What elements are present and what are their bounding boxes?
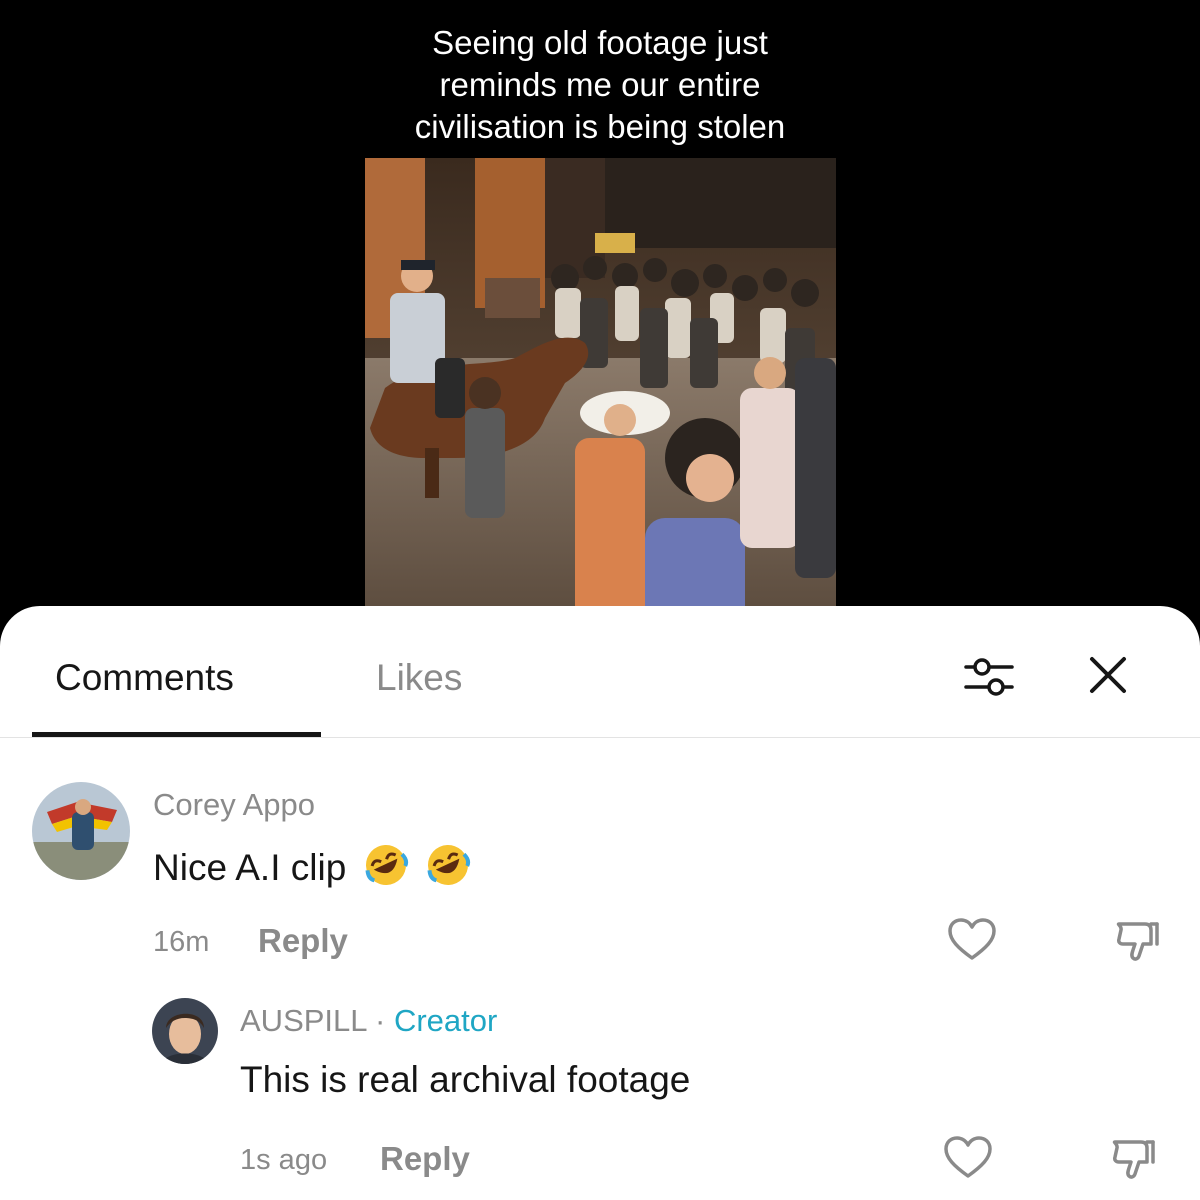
reply-username[interactable]: AUSPILL bbox=[240, 1003, 366, 1038]
comment-timestamp: 16m bbox=[153, 926, 210, 958]
rolling-on-floor-laughing-icon bbox=[425, 842, 471, 898]
reply-username-line: AUSPILL · Creator bbox=[240, 1002, 497, 1040]
reply-item: AUSPILL · Creator This is real archival … bbox=[0, 996, 1200, 1196]
avatar[interactable] bbox=[152, 998, 218, 1064]
creator-badge: Creator bbox=[393, 1003, 498, 1038]
creator-avatar-photo bbox=[152, 998, 218, 1064]
dislike-button[interactable] bbox=[1111, 916, 1161, 966]
comment-text-content: Nice A.I clip bbox=[153, 846, 347, 888]
reply-text: This is real archival footage bbox=[240, 1059, 691, 1100]
close-icon bbox=[1090, 657, 1126, 693]
comments-sheet: Comments Likes Corey Appo Nice A.I clip … bbox=[0, 606, 1200, 1200]
thumbs-down-icon bbox=[1112, 1140, 1155, 1179]
heart-icon bbox=[944, 1136, 992, 1178]
like-button[interactable] bbox=[942, 1134, 994, 1182]
close-button[interactable] bbox=[1083, 650, 1133, 700]
reply-timestamp: 1s ago bbox=[240, 1144, 328, 1176]
comment-text: Nice A.I clip bbox=[153, 842, 471, 898]
video-player[interactable]: Seeing old footage just reminds me our e… bbox=[0, 0, 1200, 640]
avatar[interactable] bbox=[32, 782, 130, 880]
user-avatar-photo bbox=[32, 782, 130, 880]
tab-comments[interactable]: Comments bbox=[55, 656, 234, 700]
tab-bar: Comments Likes bbox=[0, 606, 1200, 738]
heart-icon bbox=[948, 918, 996, 960]
thumbs-down-icon bbox=[1116, 922, 1159, 961]
tab-likes[interactable]: Likes bbox=[376, 656, 462, 700]
dislike-button[interactable] bbox=[1107, 1134, 1157, 1184]
rolling-on-floor-laughing-icon bbox=[363, 842, 409, 898]
separator-dot: · bbox=[375, 1003, 386, 1038]
sliders-icon bbox=[964, 658, 1014, 696]
filter-button[interactable] bbox=[960, 650, 1020, 704]
video-frame[interactable] bbox=[365, 158, 836, 628]
reply-button[interactable]: Reply bbox=[380, 1139, 470, 1179]
comment-item: Corey Appo Nice A.I clip 16m Reply bbox=[0, 776, 1200, 976]
comment-username[interactable]: Corey Appo bbox=[153, 786, 315, 824]
like-button[interactable] bbox=[946, 916, 998, 964]
active-tab-indicator bbox=[32, 732, 321, 737]
video-caption: Seeing old footage just reminds me our e… bbox=[414, 24, 786, 145]
reply-button[interactable]: Reply bbox=[258, 921, 348, 961]
archival-street-scene-image bbox=[365, 158, 836, 628]
